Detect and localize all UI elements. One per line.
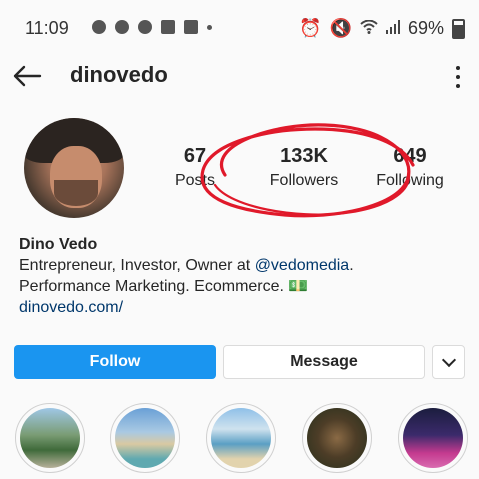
more-notifications-icon [207,24,212,30]
chevron-down-icon [441,352,456,368]
battery-percent: 69% [407,18,444,38]
signal-icon [385,18,400,39]
bio-text: Entrepreneur, Investor, Owner at [19,257,255,274]
dinner-highlight [307,408,367,468]
back-arrow-icon[interactable] [12,64,42,88]
profile-bio: Dino Vedo Entrepreneur, Investor, Owner … [19,234,469,318]
follow-button[interactable]: Follow [14,345,216,379]
add-person-icon [161,20,175,34]
wifi-icon [360,18,378,39]
notification-icons [92,20,212,34]
profile-header: dinovedo [0,58,479,98]
beach-highlight [115,408,175,468]
notification-icon [115,20,129,34]
pool-highlight [211,408,271,468]
story-highlight[interactable] [398,403,468,473]
profile-name: Dino Vedo [19,236,98,253]
system-status: ⏰ 🔇 69% [299,18,465,39]
mention-link[interactable]: @vedomedia [255,257,350,274]
suggested-dropdown-button[interactable] [432,345,465,379]
story-highlight[interactable] [15,403,85,473]
more-options-icon[interactable] [455,66,461,88]
resort-highlight [20,408,80,468]
notification-icon [92,20,106,34]
bio-line-2: Performance Marketing. Ecommerce. 💵 [19,278,309,295]
bio-line-1: Entrepreneur, Investor, Owner at @vedome… [19,255,469,276]
website-link[interactable]: dinovedo.com/ [19,297,469,318]
status-time: 11:09 [25,18,69,38]
mute-icon: 🔇 [329,18,352,38]
profile-avatar[interactable] [24,118,124,218]
bio-punctuation: . [349,257,354,274]
story-highlight[interactable] [206,403,276,473]
vpn-icon [184,20,198,34]
message-button[interactable]: Message [223,345,425,379]
highlight-circle-annotation [200,123,415,218]
profile-username: dinovedo [70,62,168,87]
notification-icon [138,20,152,34]
alarm-icon: ⏰ [299,18,322,38]
story-highlight[interactable] [110,403,180,473]
story-highlight[interactable] [302,403,372,473]
night-highlight [403,408,463,468]
status-bar: 11:09 ⏰ 🔇 69% [0,0,479,58]
battery-icon [452,18,465,39]
